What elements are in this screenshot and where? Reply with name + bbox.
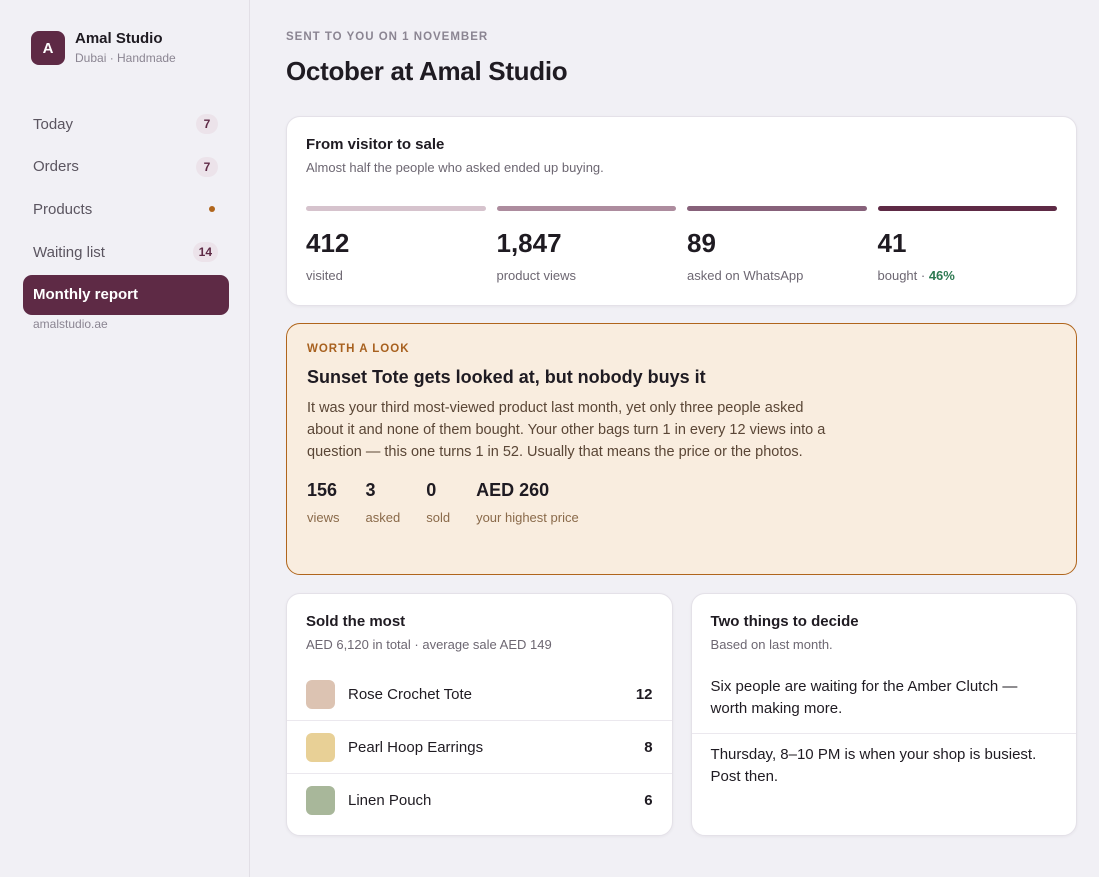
stat-value: AED 260: [476, 480, 550, 500]
list-item[interactable]: Linen Pouch 6: [287, 774, 672, 827]
stage-value: 89: [687, 228, 716, 258]
product-thumbnail: [306, 732, 335, 762]
sidebar-item-waiting-list[interactable]: Waiting list 14: [23, 232, 229, 272]
main-content: SENT TO YOU ON 1 NOVEMBER October at Ama…: [286, 0, 1077, 836]
stage-value: 41: [877, 228, 907, 258]
stat-label: your highest price: [476, 510, 579, 525]
stat-views: 156 views: [307, 480, 340, 525]
decision-item: Thursday, 8–10 PM is when your shop is b…: [710, 746, 1037, 785]
brand-text: Amal Studio Dubai · Handmade: [75, 29, 176, 65]
stat-value: 0: [426, 480, 437, 500]
funnel-card: From visitor to sale Almost half the peo…: [286, 116, 1077, 306]
stage-bar: [877, 206, 1057, 211]
list-item[interactable]: Rose Crochet Tote 12: [287, 668, 672, 721]
sold-count: 8: [644, 738, 653, 756]
stage-label: product views: [496, 268, 576, 283]
stage-value: 412: [306, 228, 350, 258]
funnel-stages: 412 visited 1,847 product views 89 asked…: [306, 206, 1057, 283]
stage-bar: [496, 206, 676, 211]
decisions-card: Two things to decide Based on last month…: [690, 593, 1077, 836]
product-name: Pearl Hoop Earrings: [348, 738, 484, 756]
product-name: Linen Pouch: [348, 792, 432, 809]
alert-kicker: WORTH A LOOK: [307, 343, 410, 355]
stage-bar: [306, 206, 486, 211]
sidebar-item-monthly-report[interactable]: Monthly report: [23, 274, 229, 315]
brand-name: Amal Studio: [75, 30, 163, 47]
funnel-stage-bought: 41 bought · 46%: [877, 206, 1057, 283]
stage-bar: [687, 206, 867, 211]
card-title: Two things to decide: [710, 613, 859, 630]
sidebar-item-label: Today: [33, 115, 74, 133]
decision-item: Six people are waiting for the Amber Clu…: [691, 676, 1076, 734]
stat-asked: 3 asked: [366, 480, 401, 525]
stat-label: asked: [365, 510, 401, 525]
top-sellers-list: Rose Crochet Tote 12 Pearl Hoop Earrings…: [287, 668, 672, 827]
brand-subtitle: Dubai · Handmade: [75, 51, 176, 65]
sidebar-item-label: Waiting list: [33, 243, 105, 261]
site-url[interactable]: amalstudio.ae: [33, 317, 229, 331]
stat-sold: 0 sold: [426, 480, 450, 525]
sold-count: 12: [635, 685, 653, 703]
stat-label: views: [307, 510, 340, 525]
notification-dot-icon: [209, 206, 215, 213]
conversion-percent: 46%: [928, 268, 955, 283]
brand[interactable]: A Amal Studio Dubai · Handmade: [31, 29, 229, 65]
funnel-stage-asked: 89 asked on WhatsApp: [687, 206, 867, 283]
bottom-row: Sold the most AED 6,120 in total · avera…: [286, 593, 1077, 836]
sidebar-item-today[interactable]: Today 7: [23, 104, 229, 144]
top-sellers-card: Sold the most AED 6,120 in total · avera…: [286, 593, 673, 836]
card-subtitle: AED 6,120 in total · average sale AED 14…: [306, 637, 552, 652]
sidebar-item-orders[interactable]: Orders 7: [23, 147, 229, 187]
product-thumbnail: [306, 786, 335, 815]
stat-value: 156: [307, 480, 338, 500]
card-title: Sold the most: [306, 613, 406, 630]
funnel-stage-visited: 412 visited: [306, 206, 486, 283]
card-title: From visitor to sale: [306, 136, 445, 153]
stat-value: 3: [365, 480, 376, 500]
product-name: Rose Crochet Tote: [348, 685, 472, 703]
stage-label: asked on WhatsApp: [687, 268, 804, 283]
report-date: SENT TO YOU ON 1 NOVEMBER: [286, 31, 489, 43]
stage-value: 1,847: [496, 228, 562, 258]
alert-stats: 156 views 3 asked 0 sold AED 260 your hi…: [307, 480, 1056, 525]
alert-title: Sunset Tote gets looked at, but nobody b…: [307, 367, 706, 387]
funnel-stage-product-views: 1,847 product views: [496, 206, 676, 283]
sidebar-item-label: Products: [33, 200, 93, 218]
count-badge: 14: [192, 242, 218, 263]
sidebar-nav: Today 7 Orders 7 Products Waiting list 1…: [23, 104, 229, 315]
list-item[interactable]: Pearl Hoop Earrings 8: [287, 721, 672, 774]
stage-label-text: bought: [877, 268, 918, 283]
brand-avatar: A: [31, 31, 65, 65]
sidebar-item-label: Monthly report: [33, 286, 138, 304]
card-subtitle: Almost half the people who asked ended u…: [306, 160, 604, 175]
sidebar-item-products[interactable]: Products: [23, 189, 229, 229]
sold-count: 6: [644, 792, 653, 809]
alert-body: It was your third most-viewed product la…: [307, 400, 826, 460]
stat-label: sold: [426, 510, 451, 525]
card-subtitle: Based on last month.: [710, 637, 833, 652]
sidebar: A Amal Studio Dubai · Handmade Today 7 O…: [0, 0, 250, 877]
insight-alert: WORTH A LOOK Sunset Tote gets looked at,…: [286, 323, 1077, 575]
stage-label: bought · 46%: [877, 268, 955, 283]
product-thumbnail: [306, 679, 335, 709]
count-badge: 7: [196, 114, 218, 134]
page-title: October at Amal Studio: [286, 56, 568, 86]
count-badge: 7: [196, 156, 218, 177]
stat-highest-price: AED 260 your highest price: [476, 480, 579, 525]
stage-label: visited: [306, 268, 343, 283]
sidebar-item-label: Orders: [33, 158, 79, 176]
